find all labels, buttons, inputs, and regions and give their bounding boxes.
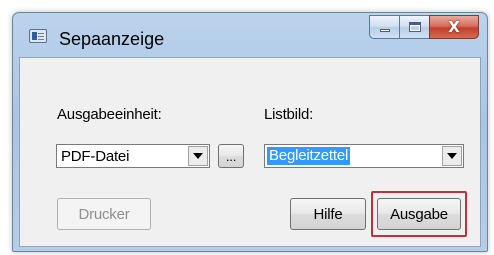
listbild-combobox[interactable]: Begleitzettel: [264, 144, 464, 168]
hilfe-button[interactable]: Hilfe: [290, 198, 366, 230]
close-button[interactable]: X: [429, 15, 479, 39]
maximize-button[interactable]: [399, 15, 429, 39]
window-title: Sepaanzeige: [59, 29, 165, 49]
ausgabeeinheit-combobox[interactable]: PDF-Datei: [56, 144, 210, 168]
minimize-icon: [380, 29, 390, 32]
chevron-down-icon: [193, 153, 203, 159]
ausgabeeinheit-label: Ausgabeeinheit:: [57, 106, 162, 123]
title-bar[interactable]: Sepaanzeige X: [13, 13, 487, 57]
chevron-down-icon: [447, 153, 457, 159]
listbild-dropdown-button[interactable]: [442, 146, 462, 166]
listbild-value: Begleitzettel: [267, 147, 351, 165]
caption-buttons: X: [369, 15, 479, 41]
ausgabeeinheit-value: PDF-Datei: [61, 148, 130, 165]
drucker-button[interactable]: Drucker: [57, 198, 151, 230]
listbild-label: Listbild:: [264, 106, 314, 123]
ausgabe-button[interactable]: Ausgabe: [377, 198, 461, 230]
sepa-app-icon: [29, 29, 47, 43]
close-icon: X: [448, 18, 460, 36]
sepaanzeige-dialog: Sepaanzeige X Ausgabeeinheit: PDF-Datei …: [12, 12, 488, 252]
ausgabeeinheit-dropdown-button[interactable]: [188, 146, 208, 166]
minimize-button[interactable]: [369, 15, 399, 39]
maximize-icon: [409, 22, 421, 32]
browse-button[interactable]: ...: [218, 144, 244, 168]
dialog-client-area: Ausgabeeinheit: PDF-Datei ... Listbild: …: [19, 57, 481, 247]
